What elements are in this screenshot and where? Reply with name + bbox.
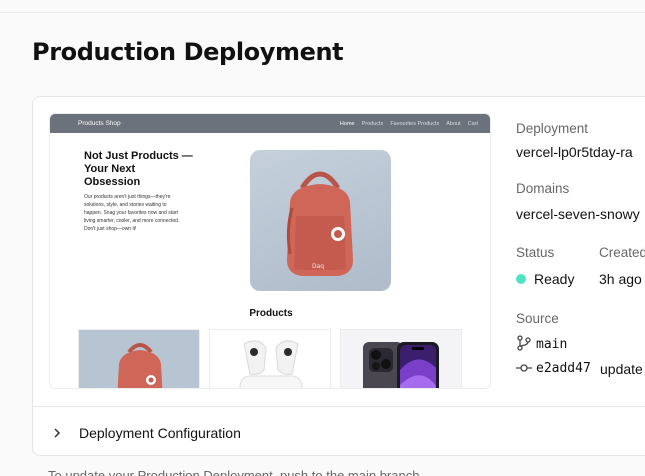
backpack-thumbnail [117, 343, 163, 388]
preview-brand: Products Shop [78, 120, 121, 127]
source-label: Source [516, 311, 559, 326]
deployment-label: Deployment [516, 121, 589, 136]
source-branch[interactable]: main [536, 337, 567, 352]
created-value: 3h ago [599, 271, 642, 287]
deployment-configuration-label: Deployment Configuration [79, 424, 241, 441]
deployment-configuration-toggle[interactable]: Deployment Configuration [33, 406, 645, 455]
commit-hash[interactable]: e2add47 [536, 361, 591, 376]
status-value: Ready [534, 271, 575, 287]
created-label: Created [599, 245, 645, 260]
preview-hero-title: Not Just Products — Your Next Obsession [84, 150, 193, 188]
status-indicator [516, 274, 526, 284]
page-title: Production Deployment [32, 38, 344, 66]
svg-text:Daq: Daq [312, 263, 324, 270]
git-branch-icon [517, 335, 531, 351]
preview-product-card [78, 329, 200, 388]
domain-link[interactable]: vercel-seven-snowy [516, 206, 640, 222]
preview-nav-links: Home Products Favourites Products About … [340, 121, 478, 127]
footer-note: To update your Production Deployment, pu… [48, 468, 424, 476]
preview-nav-link-cart: Cart [467, 120, 478, 127]
earbuds-thumbnail [239, 340, 303, 388]
preview-nav-link-favourites: Favourites Products [390, 120, 440, 127]
preview-nav-link-about: About [446, 120, 461, 127]
preview-nav-link-home: Home [339, 120, 355, 127]
preview-nav-link-products: Products [361, 120, 384, 127]
deployment-card: Products Shop Home Products Favourites P… [32, 96, 645, 456]
deployment-preview[interactable]: Products Shop Home Products Favourites P… [49, 113, 491, 389]
git-commit-icon [516, 364, 532, 372]
chevron-right-icon [54, 427, 61, 438]
preview-hero-image: Daq [250, 150, 391, 291]
preview-product-card [209, 329, 331, 388]
status-label: Status [516, 245, 555, 260]
backpack-image: Daq [286, 171, 353, 276]
header-divider [0, 12, 645, 13]
deployment-link[interactable]: vercel-lp0r5tday-ra [516, 144, 633, 160]
commit-message: update [600, 361, 643, 377]
preview-products-title: Products [249, 308, 293, 319]
preview-navbar: Products Shop Home Products Favourites P… [50, 114, 490, 133]
preview-hero-text: Our products aren't just things—they're … [84, 194, 180, 232]
phone-thumbnail [363, 342, 439, 388]
preview-product-card [340, 329, 462, 388]
domains-label: Domains [516, 181, 570, 196]
